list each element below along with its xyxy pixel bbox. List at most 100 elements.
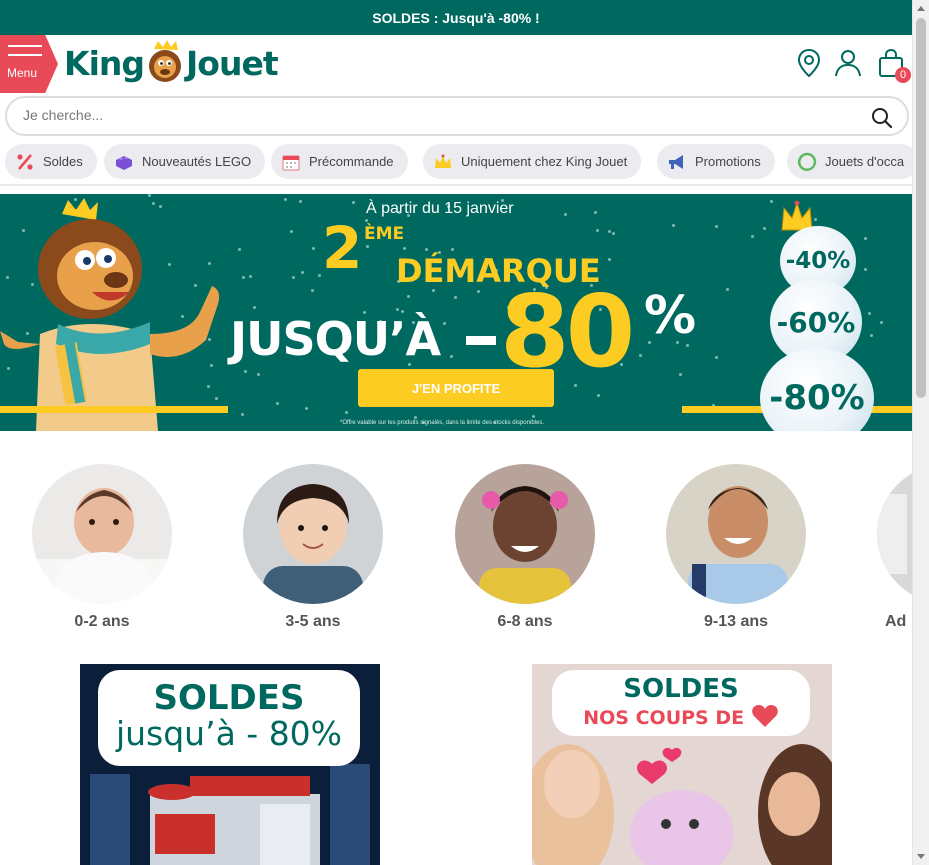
cart-count-badge: 0: [895, 67, 911, 83]
menu-button[interactable]: Menu: [0, 35, 58, 93]
chip-label: Jouets d'occa: [825, 154, 905, 169]
toddler-photo: [243, 464, 383, 604]
age-card-6-8[interactable]: 6-8 ans: [455, 464, 595, 631]
snow-dot: [880, 321, 883, 324]
snow-dot: [249, 275, 252, 278]
promo-title: SOLDES: [623, 674, 739, 704]
hamburger-icon: [8, 45, 42, 63]
logo-text-jouet: Jouet: [186, 43, 279, 83]
banner-jusqu: JUSQU’À: [230, 312, 441, 366]
cart-icon[interactable]: 0: [875, 47, 911, 83]
banner-yellow-line-left: [0, 406, 228, 413]
promo-card-soldes[interactable]: SOLDES jusqu’à - 80%: [80, 664, 380, 865]
snow-dot: [715, 356, 718, 359]
snow-dot: [311, 289, 314, 292]
age-label: 0-2 ans: [74, 613, 130, 630]
snow-dot: [612, 232, 615, 235]
chip-precommande[interactable]: Précommande: [271, 144, 408, 179]
percent-icon: [15, 152, 35, 172]
banner-percent-value: 80: [500, 273, 635, 390]
chip-label: Uniquement chez King Jouet: [461, 154, 628, 169]
snow-dot: [345, 411, 348, 414]
chip-promotions[interactable]: Promotions: [657, 144, 775, 179]
menu-label: Menu: [7, 66, 38, 80]
logo-text-king: King: [64, 43, 145, 83]
promo-card-coups-de-coeur[interactable]: SOLDES NOS COUPS DE: [532, 664, 832, 865]
chip-uniquement-king-jouet[interactable]: Uniquement chez King Jouet: [423, 144, 642, 179]
chip-label: Nouveautés LEGO: [142, 154, 252, 169]
scroll-down-arrow[interactable]: [917, 854, 925, 859]
snow-dot: [414, 416, 417, 419]
scrollbar[interactable]: [912, 0, 929, 865]
search-input[interactable]: [23, 107, 843, 123]
scroll-up-arrow[interactable]: [917, 6, 925, 11]
snow-dot: [608, 230, 611, 233]
chip-nouveautes-lego[interactable]: Nouveautés LEGO: [104, 144, 266, 179]
age-card-9-13[interactable]: 9-13 ans: [666, 464, 806, 631]
banner-number: 2: [322, 214, 363, 282]
lion-mascot-icon: [146, 39, 184, 83]
snow-dot: [366, 245, 369, 248]
banner-footnote: *Offre valable sur les produits signalés…: [340, 420, 544, 426]
boy-photo: [666, 464, 806, 604]
banner-percent-sign: %: [644, 286, 697, 346]
banner-ordinal: ÈME: [364, 224, 405, 244]
chip-label: Soldes: [43, 154, 83, 169]
snow-dot: [318, 274, 321, 277]
snow-dot: [312, 247, 315, 250]
snow-dot: [477, 290, 480, 293]
age-card-adult[interactable]: Ad: [877, 464, 912, 631]
snow-dot: [301, 271, 304, 274]
megaphone-icon: [667, 152, 687, 172]
snow-dot: [763, 227, 766, 230]
age-card-0-2[interactable]: 0-2 ans: [32, 464, 172, 631]
search-icon[interactable]: [871, 107, 893, 129]
age-label: 9-13 ans: [703, 613, 769, 630]
calendar-icon: [281, 152, 301, 172]
snow-dot: [257, 373, 260, 376]
chip-label: Promotions: [695, 154, 761, 169]
account-icon[interactable]: [832, 47, 864, 79]
scrollbar-thumb[interactable]: [916, 18, 926, 398]
snow-dot: [726, 288, 729, 291]
snow-dot: [751, 235, 754, 238]
lion-mascot-illustration: [0, 198, 220, 431]
promo-top-bar[interactable]: SOLDES : Jusqu'à -80% !: [0, 0, 912, 35]
snow-dot: [305, 407, 308, 410]
snow-dot: [532, 415, 535, 418]
snow-dot: [454, 296, 457, 299]
lego-brick-icon: [114, 152, 134, 172]
snow-dot: [596, 229, 599, 232]
snow-dot: [870, 334, 873, 337]
snow-dot: [352, 201, 355, 204]
age-label: 3-5 ans: [285, 613, 341, 630]
snow-dot: [407, 295, 410, 298]
girl-photo: [455, 464, 595, 604]
snow-dot: [290, 230, 293, 233]
snow-dot: [770, 200, 773, 203]
snow-dot: [241, 413, 244, 416]
age-label: Ad: [885, 613, 907, 630]
search-bar: [5, 96, 909, 136]
snow-dot: [639, 354, 642, 357]
hero-banner[interactable]: À partir du 15 janvier 2 ÈME DÉMARQUE JU…: [0, 194, 912, 431]
snow-dot: [715, 225, 718, 228]
promo-text-card: SOLDES NOS COUPS DE: [552, 670, 810, 736]
snow-dot: [608, 258, 611, 261]
banner-cta-button[interactable]: J'EN PROFITE: [358, 369, 554, 407]
snow-dot: [679, 373, 682, 376]
store-locator-icon[interactable]: [793, 47, 825, 79]
age-card-3-5[interactable]: 3-5 ans: [243, 464, 383, 631]
snow-dot: [864, 268, 867, 271]
chip-jouets-occasion[interactable]: Jouets d'occa: [787, 144, 912, 179]
promo-subtitle: NOS COUPS DE: [552, 704, 810, 733]
snow-dot: [594, 211, 597, 214]
snow-dot: [242, 276, 245, 279]
site-logo[interactable]: King Jouet: [64, 39, 279, 87]
snow-dot: [868, 312, 871, 315]
crown-icon: [433, 152, 453, 172]
chip-soldes[interactable]: Soldes: [5, 144, 97, 179]
snow-dot: [425, 248, 428, 251]
snow-dot: [451, 248, 454, 251]
snow-dot: [365, 219, 368, 222]
